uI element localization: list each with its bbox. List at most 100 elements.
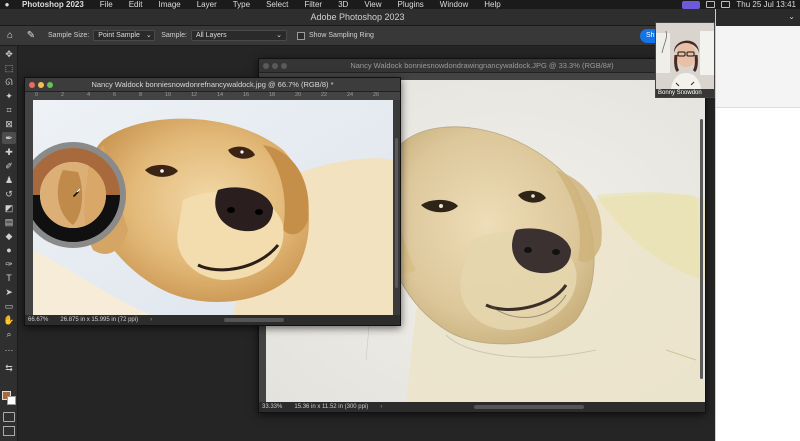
minimize-icon[interactable] bbox=[272, 63, 278, 69]
rectangle-icon[interactable]: ▭ bbox=[2, 300, 16, 312]
stamp-icon[interactable]: ♟ bbox=[2, 174, 16, 186]
lasso-icon[interactable]: ᘏ bbox=[2, 76, 16, 88]
menu-plugins[interactable]: Plugins bbox=[390, 0, 432, 9]
document-window-reference[interactable]: Nancy Waldock bonniesnowdonrefnancywaldo… bbox=[24, 77, 401, 326]
marquee-icon[interactable]: ⬚ bbox=[2, 62, 16, 74]
document-title: Nancy Waldock bonniesnowdonrefnancywaldo… bbox=[91, 80, 334, 89]
chevron-right-icon[interactable]: › bbox=[150, 315, 152, 325]
swap-colors-icon[interactable]: ⇆ bbox=[2, 362, 16, 374]
home-icon[interactable]: ⌂ bbox=[0, 30, 20, 41]
horizontal-ruler[interactable]: 0 2 4 6 8 10 12 14 16 18 20 22 24 26 bbox=[25, 92, 400, 100]
close-icon[interactable] bbox=[29, 82, 35, 88]
ruler-tick-label: 4 bbox=[87, 92, 91, 98]
background-color-swatch[interactable] bbox=[7, 396, 16, 405]
app-title-bar: Adobe Photoshop 2023 bbox=[0, 9, 715, 26]
side-panel-blank-area bbox=[716, 107, 800, 441]
webcam-video-tile[interactable]: Bonny Snowdon bbox=[655, 22, 715, 98]
screen-share-icon[interactable] bbox=[706, 1, 716, 8]
sample-value: All Layers bbox=[195, 32, 227, 39]
document-title: Nancy Waldock bonniesnowdondrawingnancyw… bbox=[350, 61, 614, 70]
ruler-tick-label: 22 bbox=[321, 92, 328, 98]
document-title-bar[interactable]: Nancy Waldock bonniesnowdondrawingnancyw… bbox=[259, 59, 705, 73]
frame-icon[interactable]: ⊠ bbox=[2, 118, 16, 130]
eraser-icon[interactable]: ◩ bbox=[2, 202, 16, 214]
screen-mode-icon[interactable] bbox=[3, 426, 15, 436]
brush-icon[interactable]: ✐ bbox=[2, 160, 16, 172]
menu-layer[interactable]: Layer bbox=[189, 0, 225, 9]
document-size: 15.36 in x 11.52 in (300 ppi) bbox=[294, 404, 369, 410]
menu-filter[interactable]: Filter bbox=[296, 0, 330, 9]
maximize-icon[interactable] bbox=[47, 82, 53, 88]
zoom-level[interactable]: 66.67% bbox=[28, 315, 48, 325]
ruler-tick-label: 10 bbox=[165, 92, 172, 98]
ruler-tick-label: 26 bbox=[373, 92, 380, 98]
sampling-ring-checkbox[interactable] bbox=[296, 31, 305, 40]
sample-size-select[interactable]: Point Sample ⌄ bbox=[93, 30, 156, 41]
horizontal-scrollbar[interactable] bbox=[224, 318, 285, 322]
crop-icon[interactable]: ⌗ bbox=[2, 104, 16, 116]
ruler-tick-label: 8 bbox=[139, 92, 143, 98]
menu-select[interactable]: Select bbox=[258, 0, 296, 9]
zoom-meeting-icon[interactable] bbox=[682, 0, 701, 9]
history-brush-icon[interactable]: ↺ bbox=[2, 188, 16, 200]
chevron-down-icon: ⌄ bbox=[276, 32, 282, 39]
sample-select[interactable]: All Layers ⌄ bbox=[190, 30, 287, 41]
sample-size-value: Point Sample bbox=[98, 32, 140, 39]
type-icon[interactable]: T bbox=[2, 272, 16, 284]
app-title: Adobe Photoshop 2023 bbox=[310, 12, 405, 22]
magic-wand-icon[interactable]: ✦ bbox=[2, 90, 16, 102]
pen-icon[interactable]: ✑ bbox=[2, 258, 16, 270]
vertical-scrollbar[interactable] bbox=[700, 119, 703, 379]
gradient-icon[interactable]: ▤ bbox=[2, 216, 16, 228]
chevron-down-icon: ⌄ bbox=[145, 32, 152, 39]
document-status-bar: 33.33% 15.36 in x 11.52 in (300 ppi) › bbox=[259, 402, 705, 412]
close-icon[interactable] bbox=[263, 63, 269, 69]
menu-window[interactable]: Window bbox=[432, 0, 476, 9]
eyedropper-icon[interactable]: ✒ bbox=[2, 132, 16, 144]
healing-icon[interactable]: ✚ bbox=[2, 146, 16, 158]
side-panel-header: ⌄ bbox=[716, 9, 800, 26]
vertical-ruler[interactable] bbox=[25, 100, 33, 315]
apple-menu-icon[interactable]: ● bbox=[0, 0, 14, 9]
quick-mask-icon[interactable] bbox=[3, 412, 15, 422]
move-icon[interactable]: ✥ bbox=[2, 48, 16, 60]
ruler-tick-label: 20 bbox=[295, 92, 302, 98]
dodge-icon[interactable]: ● bbox=[2, 244, 16, 256]
path-select-icon[interactable]: ➤ bbox=[2, 286, 16, 298]
menu-type[interactable]: Type bbox=[225, 0, 258, 9]
menubar-clock[interactable]: Thu 25 Jul 13:41 bbox=[736, 0, 796, 9]
zoom-level[interactable]: 33.33% bbox=[262, 402, 282, 412]
window-controls bbox=[263, 63, 287, 69]
maximize-icon[interactable] bbox=[281, 63, 287, 69]
sampling-ring-label: Show Sampling Ring bbox=[308, 32, 374, 39]
vertical-scrollbar[interactable] bbox=[395, 138, 398, 288]
close-icon[interactable]: ⌄ bbox=[788, 12, 795, 21]
menu-image[interactable]: Image bbox=[150, 0, 188, 9]
ruler-tick-label: 12 bbox=[191, 92, 198, 98]
display-icon[interactable] bbox=[721, 1, 731, 8]
reference-photo-canvas[interactable] bbox=[33, 100, 393, 316]
menu-app-name[interactable]: Photoshop 2023 bbox=[14, 0, 92, 9]
hand-icon[interactable]: ✋ bbox=[2, 314, 16, 326]
horizontal-scrollbar[interactable] bbox=[474, 405, 585, 409]
ruler-tick-label: 24 bbox=[347, 92, 354, 98]
minimize-icon[interactable] bbox=[38, 82, 44, 88]
eyedropper-tool-preset-icon[interactable]: ✎ bbox=[20, 30, 42, 41]
menu-edit[interactable]: Edit bbox=[121, 0, 151, 9]
chevron-right-icon[interactable]: › bbox=[380, 402, 382, 412]
ruler-tick-label: 2 bbox=[61, 92, 65, 98]
zoom-icon[interactable]: ⌕ bbox=[2, 328, 16, 340]
blur-icon[interactable]: ◆ bbox=[2, 230, 16, 242]
more-icon[interactable]: ··· bbox=[2, 344, 16, 356]
right-side-panel: ⌄ bbox=[715, 9, 800, 441]
mac-menu-bar: ● Photoshop 2023 File Edit Image Layer T… bbox=[0, 0, 800, 9]
menubar-status-area: Thu 25 Jul 13:41 bbox=[682, 0, 796, 9]
menu-3d[interactable]: 3D bbox=[330, 0, 356, 9]
menu-file[interactable]: File bbox=[92, 0, 121, 9]
participant-name: Bonny Snowdon bbox=[656, 89, 714, 97]
menu-view[interactable]: View bbox=[356, 0, 389, 9]
document-status-bar: 66.67% 26.875 in x 15.995 in (72 ppi) › bbox=[25, 315, 400, 325]
document-title-bar[interactable]: Nancy Waldock bonniesnowdonrefnancywaldo… bbox=[25, 78, 400, 92]
menu-help[interactable]: Help bbox=[476, 0, 508, 9]
screen: ● Photoshop 2023 File Edit Image Layer T… bbox=[0, 0, 800, 441]
